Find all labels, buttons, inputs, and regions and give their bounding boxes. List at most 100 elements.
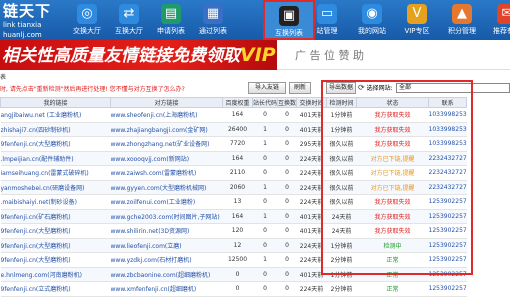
cell-status[interactable]: 正常: [356, 252, 429, 268]
cell-theirs[interactable]: www.lieofenji.com(立磨): [110, 238, 223, 253]
cell-mine[interactable]: 9fenfenji.cn(大型磨粉机): [0, 223, 111, 239]
cell-mine[interactable]: e.hnlmeng.com(河南磨粉机): [0, 267, 111, 282]
cell-status[interactable]: 我方获取失效: [356, 223, 429, 239]
column-header[interactable]: 检测时间: [326, 97, 358, 108]
cell-status[interactable]: 正常: [356, 281, 429, 297]
nav-item-5[interactable]: ▭ 站管理: [306, 0, 348, 40]
cell-days: 401天前: [296, 107, 327, 123]
cell-qq[interactable]: 1253902257: [428, 281, 467, 297]
cell-status[interactable]: 对方已下链,提醒: [356, 151, 429, 166]
nav-label: 申请列表: [157, 27, 185, 35]
cell-status[interactable]: 我方获取失效: [356, 209, 429, 224]
cell-qq[interactable]: 1253902257: [428, 209, 467, 224]
cell-qq[interactable]: 1253902257: [428, 252, 467, 268]
column-header[interactable]: 联系: [428, 97, 468, 108]
cell-theirs[interactable]: www.xmfenfenji.cn(超细磨机): [110, 281, 223, 297]
column-header[interactable]: 状态: [356, 97, 430, 108]
cell-status[interactable]: 我方获取失效: [356, 122, 429, 137]
cell-mine[interactable]: iamseihuang.cn(雷蒙式破碎机): [0, 165, 111, 181]
column-header[interactable]: 互换数: [277, 97, 298, 108]
cell-theirs[interactable]: www.shilirin.net(3D资源网): [110, 223, 223, 239]
column-header[interactable]: 我的链接: [0, 97, 111, 108]
nav-item-9[interactable]: ✉ 推荐有奖: [486, 0, 510, 40]
site-logo[interactable]: 链天下 link tianxia huanlj.com: [3, 3, 63, 40]
cell-mine[interactable]: 9fenfenji.cn(大型磨粉机): [0, 252, 111, 268]
cell-theirs[interactable]: www.gyyen.com(大型磨粉机械网): [110, 180, 223, 195]
cell-mine[interactable]: 9fenfenji.cn(大型磨粉机): [0, 238, 111, 253]
cell-days: 224天前: [296, 238, 327, 253]
nav-item-7[interactable]: V VIP专区: [396, 0, 438, 40]
cell-mine[interactable]: angjibaiwu.net (工业磨粉机): [0, 107, 111, 123]
nav-label: 推荐有奖: [493, 27, 510, 35]
cell-n: 0: [277, 180, 297, 195]
table-row: .lmpeijian.cn(配件辅助件) www.xoooqvjj.com(新网站…: [0, 151, 467, 166]
cell-theirs[interactable]: www.yzdkj.com(石材打磨机): [110, 252, 223, 268]
ad-slot-label[interactable]: 广 告 位 赞 助: [295, 47, 364, 63]
table-row: 9fenfenji.cn(大型磨粉机) www.yzdkj.com(石材打磨机) 1…: [0, 252, 467, 268]
cell-qq[interactable]: 1253902257: [428, 223, 467, 239]
cell-theirs[interactable]: www.gche2003.com(时间图片,子网站): [110, 209, 223, 224]
cell-theirs[interactable]: www.zhongzhang.net(矿业设备网): [110, 136, 223, 152]
cell-status[interactable]: 检测中: [356, 238, 429, 253]
table-row: 9fenfenji.cn(大型磨粉机) www.lieofenji.com(立磨)…: [0, 238, 467, 253]
cell-theirs[interactable]: www.sheofenji.cn(上海磨粉机): [110, 107, 223, 123]
cell-qq[interactable]: 1033998253: [428, 136, 467, 152]
cell-status[interactable]: 对方已下链,提醒: [356, 165, 429, 181]
cell-qq[interactable]: 2232432727: [428, 180, 467, 195]
cell-status[interactable]: 我方获取失效: [356, 107, 429, 123]
notice-text: 时, 请先点击"重新检测"然后再进行处理! 您不懂与对方互换了怎么办?: [0, 86, 185, 93]
cell-qq[interactable]: 1253902257: [428, 238, 467, 253]
cell-qq[interactable]: 2232432727: [428, 165, 467, 181]
cell-status[interactable]: 我方获取失效: [356, 136, 429, 152]
column-header[interactable]: 站长代码: [251, 97, 279, 108]
nav-label: 互换列表: [275, 29, 303, 37]
cell-bd: 13: [222, 194, 253, 210]
cell-mine[interactable]: yanmoshebei.cn(研磨设备网): [0, 180, 111, 195]
vip-promo[interactable]: 相关性高质量友情链接免费领取VIP会员: [0, 40, 277, 70]
import-links-button[interactable]: 导入友链: [248, 82, 286, 94]
nav-icon: ◉: [362, 4, 382, 24]
site-select[interactable]: 全部: [396, 83, 510, 93]
refresh-icon[interactable]: ⟳: [358, 83, 365, 92]
column-header[interactable]: 百度权重: [222, 97, 253, 108]
cell-code: 1: [252, 209, 278, 224]
cell-mine[interactable]: 9fenfenji.cn(矿石磨粉机): [0, 209, 111, 224]
nav-item-3[interactable]: ▦ 通过列表: [192, 0, 234, 40]
cell-check: 1分钟前: [326, 122, 357, 137]
cell-mine[interactable]: .lmpeijian.cn(配件辅助件): [0, 151, 111, 166]
nav-icon: ▦: [203, 4, 223, 24]
nav-item-1[interactable]: ⇄ 互换大厅: [108, 0, 150, 40]
refresh-button[interactable]: 刷新: [289, 82, 311, 94]
cell-status[interactable]: 正常: [356, 267, 429, 282]
cell-qq[interactable]: 1033998253: [428, 122, 467, 137]
column-header[interactable]: 交换时间: [296, 97, 328, 108]
cell-mine[interactable]: 9fenfenji.cn(立式磨粉机): [0, 281, 111, 297]
cell-status[interactable]: 我方获取失效: [356, 194, 429, 210]
cell-status[interactable]: 对方已下链,提醒: [356, 180, 429, 195]
cell-theirs[interactable]: www.zaiwsh.com(雷蒙磨粉机): [110, 165, 223, 181]
cell-days: 401天前: [296, 223, 327, 239]
column-header[interactable]: 对方链接: [110, 97, 223, 108]
cell-theirs[interactable]: www.xoooqvjj.com(新网站): [110, 151, 223, 166]
cell-mine[interactable]: .maibishaiyi.net(制砂设备): [0, 194, 111, 210]
promo-banner[interactable]: 相关性高质量友情链接免费领取VIP会员 广 告 位 赞 助: [0, 40, 510, 70]
cell-bd: 120: [222, 223, 253, 239]
cell-mine[interactable]: zhishaji7.cn(四砂制砂机): [0, 122, 111, 137]
nav-item-0[interactable]: ◎ 交换大厅: [66, 0, 108, 40]
cell-theirs[interactable]: www.zbcbaonine.com(超细磨粉机): [110, 267, 223, 282]
nav-item-6[interactable]: ◉ 我的网站: [351, 0, 393, 40]
export-data-button[interactable]: 导出数据: [326, 82, 356, 94]
cell-code: 0: [252, 267, 278, 282]
nav-item-8[interactable]: ▲ 积分管理: [441, 0, 483, 40]
nav-icon: ▭: [317, 4, 337, 24]
cell-qq[interactable]: 1253902257: [428, 267, 467, 282]
cell-days: 224天前: [296, 165, 327, 181]
nav-item-2[interactable]: ▤ 申请列表: [150, 0, 192, 40]
cell-qq[interactable]: 1253902257: [428, 194, 467, 210]
cell-qq[interactable]: 1033998253: [428, 107, 467, 123]
cell-mine[interactable]: 9fenfenji.cn(大型磨粉机): [0, 136, 111, 152]
cell-qq[interactable]: 2232432727: [428, 151, 467, 166]
cell-theirs[interactable]: www.zhajiangbangji.com(金矿网): [110, 122, 223, 137]
cell-days: 224天前: [296, 151, 327, 166]
cell-theirs[interactable]: www.zoilfenui.com(工业磨粉): [110, 194, 223, 210]
